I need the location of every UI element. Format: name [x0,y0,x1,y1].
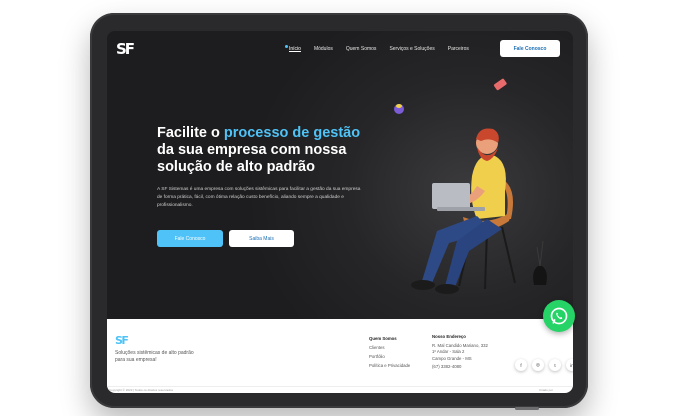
site-logo[interactable]: SF [116,40,135,58]
facebook-icon[interactable]: f [515,359,527,371]
nav-item-modulos[interactable]: Módulos [314,46,333,52]
footer-logo[interactable]: SF [115,334,129,347]
linkedin-icon[interactable]: in [566,359,573,371]
footer-address-title: Nosso Endereço [432,334,466,339]
hero-title-highlight: processo de gestão [223,125,361,141]
hero-section: SF Início Módulos Quem Somos Serviços e … [107,31,573,319]
footer-address-line: Campo Grande - MS [432,355,472,361]
footer-tagline: Soluções sistêmicas de alto padrão para … [115,350,194,363]
contact-button[interactable]: Fale Conosco [157,230,223,247]
person-laptop-illustration [394,78,547,294]
site-footer: SF Soluções sistêmicas de alto padrão pa… [107,319,573,393]
hero-title-rest: da sua empresa com nossa solução de alto… [157,142,347,175]
active-dot-icon [285,45,288,48]
credit-text: Criado por [539,388,554,392]
instagram-icon[interactable]: ◎ [532,359,544,371]
footer-link-portfolio[interactable]: Portfólio [369,352,410,361]
main-nav: Início Módulos Quem Somos Serviços e Sol… [285,45,482,52]
footer-link-politica[interactable]: Política e Privacidade [369,361,410,370]
footer-address-column: Nosso Endereço R. Mal Candido Mariano, 3… [432,334,488,371]
twitter-icon[interactable]: t [549,359,561,371]
hero-title: Facilite o processo de gestão da sua emp… [157,125,377,176]
nav-item-quem-somos[interactable]: Quem Somos [346,46,377,52]
nav-item-parceiros[interactable]: Parceiros [448,46,469,52]
header-contact-button[interactable]: Fale Conosco [500,40,560,57]
footer-links-column: Quem Somos Clientes Portfólio Política e… [369,334,410,370]
hero-title-prefix: Facilite o [157,125,224,141]
website-screen: SF Início Módulos Quem Somos Serviços e … [107,31,573,393]
vase-icon [533,240,547,285]
footer-link-clientes[interactable]: Clientes [369,343,410,352]
whatsapp-icon [550,307,568,325]
whatsapp-button[interactable] [543,300,575,332]
floating-gem-icon [394,104,404,114]
hero-description: A SF Sistemas é uma empresa com soluções… [157,187,361,208]
nav-item-inicio[interactable]: Início [289,46,301,52]
footer-phone[interactable]: (67) 3382-4080 [432,364,488,371]
nav-item-servicos[interactable]: Serviços e Soluções [389,46,434,52]
person-icon [411,128,506,294]
footer-links-title[interactable]: Quem Somos [369,334,410,343]
footer-bottom-bar: Copyright © 2023 | Todos os direitos res… [107,386,573,393]
floating-eraser-icon [493,78,507,91]
stage: SF Início Módulos Quem Somos Serviços e … [0,0,674,416]
learn-more-button[interactable]: Saiba Mais [229,230,294,247]
tablet-side-button [515,407,539,410]
copyright-text: Copyright © 2023 | Todos os direitos res… [109,388,173,392]
